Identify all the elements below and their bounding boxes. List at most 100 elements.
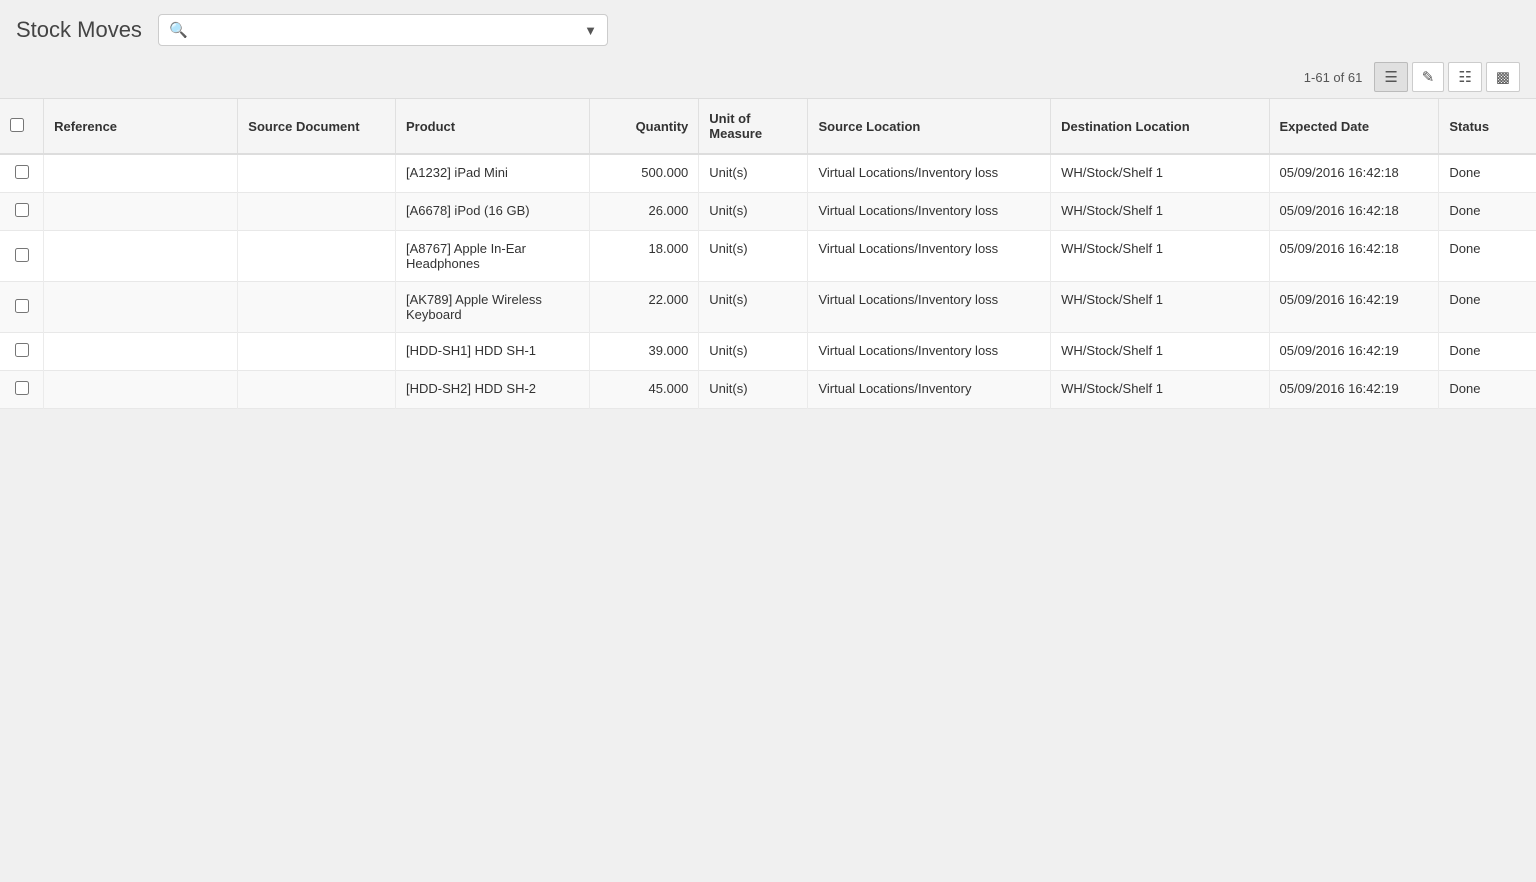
row-source-location[interactable]: Virtual Locations/Inventory xyxy=(808,371,1051,409)
row-quantity[interactable]: 39.000 xyxy=(590,333,699,371)
row-expected-date[interactable]: 05/09/2016 16:42:19 xyxy=(1269,371,1439,409)
search-bar: 🔍 ▼ xyxy=(158,14,608,46)
row-expected-date[interactable]: 05/09/2016 16:42:18 xyxy=(1269,154,1439,193)
list-view-button[interactable]: ☰ xyxy=(1374,62,1407,92)
header-quantity[interactable]: Quantity xyxy=(590,99,699,154)
row-uom[interactable]: Unit(s) xyxy=(699,193,808,231)
row-checkbox[interactable] xyxy=(15,299,29,313)
row-source-location[interactable]: Virtual Locations/Inventory loss xyxy=(808,154,1051,193)
row-source-location[interactable]: Virtual Locations/Inventory loss xyxy=(808,231,1051,282)
graph-view-button[interactable]: ▩ xyxy=(1486,62,1520,92)
toolbar: 1-61 of 61 ☰ ✎ ☷ ▩ xyxy=(0,56,1536,98)
row-checkbox-cell[interactable] xyxy=(0,193,44,231)
table-row[interactable]: [AK789] Apple Wireless Keyboard22.000Uni… xyxy=(0,282,1536,333)
header-product[interactable]: Product xyxy=(396,99,590,154)
row-uom[interactable]: Unit(s) xyxy=(699,371,808,409)
table-container: Reference Source Document Product Quanti… xyxy=(0,98,1536,409)
row-reference[interactable] xyxy=(44,154,238,193)
row-checkbox-cell[interactable] xyxy=(0,333,44,371)
search-icon: 🔍 xyxy=(169,21,188,39)
row-quantity[interactable]: 26.000 xyxy=(590,193,699,231)
row-checkbox[interactable] xyxy=(15,165,29,179)
row-product[interactable]: [AK789] Apple Wireless Keyboard xyxy=(396,282,590,333)
row-product[interactable]: [HDD-SH2] HDD SH-2 xyxy=(396,371,590,409)
row-product[interactable]: [HDD-SH1] HDD SH-1 xyxy=(396,333,590,371)
header-source-document[interactable]: Source Document xyxy=(238,99,396,154)
kanban-view-button[interactable]: ☷ xyxy=(1448,62,1481,92)
row-status[interactable]: Done xyxy=(1439,282,1536,333)
header: Stock Moves 🔍 ▼ xyxy=(0,0,1536,56)
row-reference[interactable] xyxy=(44,231,238,282)
row-destination-location[interactable]: WH/Stock/Shelf 1 xyxy=(1051,333,1269,371)
row-reference[interactable] xyxy=(44,333,238,371)
row-destination-location[interactable]: WH/Stock/Shelf 1 xyxy=(1051,154,1269,193)
row-source-document[interactable] xyxy=(238,282,396,333)
header-reference[interactable]: Reference xyxy=(44,99,238,154)
row-expected-date[interactable]: 05/09/2016 16:42:19 xyxy=(1269,333,1439,371)
row-product[interactable]: [A1232] iPad Mini xyxy=(396,154,590,193)
row-product[interactable]: [A8767] Apple In-Ear Headphones xyxy=(396,231,590,282)
header-uom[interactable]: Unit of Measure xyxy=(699,99,808,154)
row-status[interactable]: Done xyxy=(1439,231,1536,282)
row-checkbox[interactable] xyxy=(15,343,29,357)
table-header-row: Reference Source Document Product Quanti… xyxy=(0,99,1536,154)
table-row[interactable]: [A8767] Apple In-Ear Headphones18.000Uni… xyxy=(0,231,1536,282)
page-container: Stock Moves 🔍 ▼ 1-61 of 61 ☰ ✎ ☷ ▩ Refer… xyxy=(0,0,1536,882)
row-uom[interactable]: Unit(s) xyxy=(699,282,808,333)
row-destination-location[interactable]: WH/Stock/Shelf 1 xyxy=(1051,231,1269,282)
row-expected-date[interactable]: 05/09/2016 16:42:18 xyxy=(1269,193,1439,231)
table-row[interactable]: [HDD-SH2] HDD SH-245.000Unit(s)Virtual L… xyxy=(0,371,1536,409)
header-checkbox-cell[interactable] xyxy=(0,99,44,154)
header-status[interactable]: Status xyxy=(1439,99,1536,154)
page-title: Stock Moves xyxy=(16,17,142,43)
row-reference[interactable] xyxy=(44,193,238,231)
row-status[interactable]: Done xyxy=(1439,154,1536,193)
row-uom[interactable]: Unit(s) xyxy=(699,333,808,371)
row-source-location[interactable]: Virtual Locations/Inventory loss xyxy=(808,333,1051,371)
row-status[interactable]: Done xyxy=(1439,193,1536,231)
row-checkbox-cell[interactable] xyxy=(0,231,44,282)
row-checkbox[interactable] xyxy=(15,248,29,262)
row-uom[interactable]: Unit(s) xyxy=(699,154,808,193)
row-status[interactable]: Done xyxy=(1439,371,1536,409)
row-source-location[interactable]: Virtual Locations/Inventory loss xyxy=(808,282,1051,333)
row-expected-date[interactable]: 05/09/2016 16:42:19 xyxy=(1269,282,1439,333)
row-destination-location[interactable]: WH/Stock/Shelf 1 xyxy=(1051,371,1269,409)
row-uom[interactable]: Unit(s) xyxy=(699,231,808,282)
search-input[interactable] xyxy=(196,22,576,38)
row-source-document[interactable] xyxy=(238,333,396,371)
row-source-location[interactable]: Virtual Locations/Inventory loss xyxy=(808,193,1051,231)
header-destination-location[interactable]: Destination Location xyxy=(1051,99,1269,154)
row-destination-location[interactable]: WH/Stock/Shelf 1 xyxy=(1051,282,1269,333)
row-checkbox[interactable] xyxy=(15,203,29,217)
row-reference[interactable] xyxy=(44,282,238,333)
select-all-checkbox[interactable] xyxy=(10,118,24,132)
row-quantity[interactable]: 45.000 xyxy=(590,371,699,409)
row-checkbox[interactable] xyxy=(15,381,29,395)
row-expected-date[interactable]: 05/09/2016 16:42:18 xyxy=(1269,231,1439,282)
row-source-document[interactable] xyxy=(238,231,396,282)
row-checkbox-cell[interactable] xyxy=(0,154,44,193)
row-status[interactable]: Done xyxy=(1439,333,1536,371)
record-count: 1-61 of 61 xyxy=(1304,70,1363,85)
table-row[interactable]: [HDD-SH1] HDD SH-139.000Unit(s)Virtual L… xyxy=(0,333,1536,371)
header-source-location[interactable]: Source Location xyxy=(808,99,1051,154)
row-quantity[interactable]: 18.000 xyxy=(590,231,699,282)
row-source-document[interactable] xyxy=(238,371,396,409)
stock-moves-table: Reference Source Document Product Quanti… xyxy=(0,99,1536,409)
edit-view-button[interactable]: ✎ xyxy=(1412,62,1445,92)
table-row[interactable]: [A1232] iPad Mini500.000Unit(s)Virtual L… xyxy=(0,154,1536,193)
row-source-document[interactable] xyxy=(238,193,396,231)
row-checkbox-cell[interactable] xyxy=(0,371,44,409)
search-dropdown-arrow-icon[interactable]: ▼ xyxy=(584,23,597,38)
table-row[interactable]: [A6678] iPod (16 GB)26.000Unit(s)Virtual… xyxy=(0,193,1536,231)
row-source-document[interactable] xyxy=(238,154,396,193)
row-reference[interactable] xyxy=(44,371,238,409)
row-destination-location[interactable]: WH/Stock/Shelf 1 xyxy=(1051,193,1269,231)
header-expected-date[interactable]: Expected Date xyxy=(1269,99,1439,154)
row-checkbox-cell[interactable] xyxy=(0,282,44,333)
table-body: [A1232] iPad Mini500.000Unit(s)Virtual L… xyxy=(0,154,1536,409)
row-quantity[interactable]: 500.000 xyxy=(590,154,699,193)
row-product[interactable]: [A6678] iPod (16 GB) xyxy=(396,193,590,231)
row-quantity[interactable]: 22.000 xyxy=(590,282,699,333)
